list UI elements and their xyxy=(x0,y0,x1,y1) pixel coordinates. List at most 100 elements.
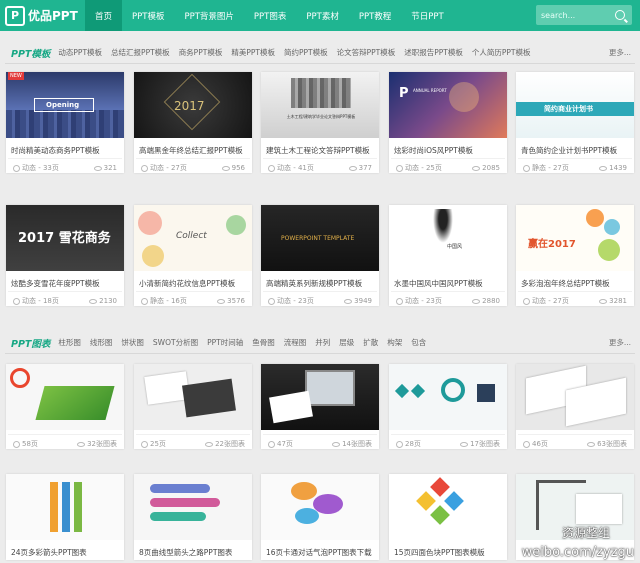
category-link[interactable]: 层级 xyxy=(339,337,354,348)
template-thumbnail[interactable]: P ANNUAL REPORT xyxy=(389,72,507,138)
chart-thumbnail[interactable] xyxy=(6,474,124,540)
template-card[interactable]: 2017 雪花商务 炫酷多变雪花年度PPT模板 动态 - 18页 2130 xyxy=(6,205,124,306)
template-thumbnail[interactable]: POWERPOINT TEMPLATE xyxy=(261,205,379,271)
nav-item-home[interactable]: 首页 xyxy=(85,0,123,31)
template-card[interactable]: 土木工程/建筑学毕业论文答辩PPT模板 建筑土木工程论文答辩PPT模板 动态 -… xyxy=(261,72,379,173)
template-title[interactable]: 建筑土木工程论文答辩PPT模板 xyxy=(261,138,379,158)
chart-card[interactable]: 58页 32张图表 xyxy=(6,364,124,449)
chart-thumbnail[interactable] xyxy=(6,364,124,430)
nav-item-ppt-materials[interactable]: PPT素材 xyxy=(296,0,348,31)
section-title-templates[interactable]: PPT模板 xyxy=(11,46,50,60)
diamond-graphic xyxy=(410,383,426,399)
template-thumbnail[interactable]: 赢在2017 xyxy=(516,205,634,271)
nav-item-ppt-tutorials[interactable]: PPT教程 xyxy=(349,0,401,31)
chart-card[interactable]: 24页多彩箭头PPT图表 xyxy=(6,474,124,560)
category-link[interactable]: 线形图 xyxy=(90,337,113,348)
template-thumbnail[interactable]: Opening NEW xyxy=(6,72,124,138)
template-title[interactable]: 水墨中国风中国风PPT模板 xyxy=(389,271,507,291)
chart-card[interactable]: 25页 22张图表 xyxy=(134,364,252,449)
template-thumbnail[interactable]: 2017 雪花商务 xyxy=(6,205,124,271)
page-count: 静态 - 27页 xyxy=(532,164,569,172)
template-card[interactable]: 简约商业计划书 青色简约企业计划书PPT模板 静态 - 27页 1439 xyxy=(516,72,634,173)
search-input[interactable] xyxy=(536,10,612,20)
category-link[interactable]: 并列 xyxy=(315,337,330,348)
chart-card[interactable]: 8页曲线型箭头之路PPT图表 xyxy=(134,474,252,560)
category-link[interactable]: 包含 xyxy=(411,337,426,348)
category-link[interactable]: 论文答辩PPT模板 xyxy=(337,47,396,58)
chart-thumbnail[interactable] xyxy=(389,474,507,540)
clock-icon xyxy=(523,440,530,448)
template-meta: 动态 - 23页 2880 xyxy=(391,291,505,306)
nav-item-ppt-backgrounds[interactable]: PPT背景图片 xyxy=(174,0,243,31)
category-link[interactable]: 动态PPT模板 xyxy=(58,47,102,58)
nav-item-ppt-charts[interactable]: PPT图表 xyxy=(244,0,296,31)
section-title-charts[interactable]: PPT图表 xyxy=(11,336,50,350)
chart-card[interactable]: 15页四面色块PPT图表模版 xyxy=(389,474,507,560)
more-link[interactable]: 更多... xyxy=(609,47,631,58)
search-icon[interactable] xyxy=(615,10,625,20)
template-card[interactable]: 中国风 水墨中国风中国风PPT模板 动态 - 23页 2880 xyxy=(389,205,507,306)
chart-count: 22张图表 xyxy=(215,440,245,448)
nav-item-ppt-templates[interactable]: PPT模板 xyxy=(122,0,174,31)
category-link[interactable]: 扩散 xyxy=(363,337,378,348)
template-title[interactable]: 多彩泡泡年终总结PPT模板 xyxy=(516,271,634,291)
category-link[interactable]: SWOT分析图 xyxy=(153,337,198,348)
chart-thumbnail[interactable] xyxy=(134,364,252,430)
category-link[interactable]: 述职报告PPT模板 xyxy=(404,47,463,58)
chart-thumbnail[interactable] xyxy=(389,364,507,430)
color-block-graphic xyxy=(416,491,436,511)
chart-thumbnail[interactable] xyxy=(516,364,634,430)
chart-title[interactable]: 24页多彩箭头PPT图表 xyxy=(6,540,124,560)
category-link[interactable]: 总结汇报PPT模板 xyxy=(111,47,170,58)
template-meta: 动态 - 27页 3281 xyxy=(518,291,632,306)
template-thumbnail[interactable]: 简约商业计划书 xyxy=(516,72,634,138)
flower-decoration xyxy=(142,245,164,267)
more-link[interactable]: 更多... xyxy=(609,337,631,348)
chart-card[interactable]: 47页 14张图表 xyxy=(261,364,379,449)
template-title[interactable]: 青色简约企业计划书PPT模板 xyxy=(516,138,634,158)
chart-title[interactable]: 15页四面色块PPT图表模版 xyxy=(389,540,507,560)
category-link[interactable]: 饼状图 xyxy=(121,337,144,348)
category-link[interactable]: 鱼骨图 xyxy=(252,337,275,348)
nav-item-holiday-ppt[interactable]: 节日PPT xyxy=(401,0,453,31)
template-card[interactable]: Collect 小清新简约花纹信息PPT模板 静态 - 16页 3576 xyxy=(134,205,252,306)
chart-title[interactable]: 8页曲线型箭头之路PPT图表 xyxy=(134,540,252,560)
chart-card[interactable]: 16页卡通对话气泡PPT图表下载 xyxy=(261,474,379,560)
template-card[interactable]: 赢在2017 多彩泡泡年终总结PPT模板 动态 - 27页 3281 xyxy=(516,205,634,306)
category-link[interactable]: 构架 xyxy=(387,337,402,348)
chart-thumbnail[interactable] xyxy=(261,364,379,430)
template-title[interactable]: 高端精英系列新规模PPT模板 xyxy=(261,271,379,291)
page-count: 动态 - 27页 xyxy=(150,164,187,172)
eye-icon xyxy=(221,165,230,171)
template-thumbnail[interactable]: 2017 xyxy=(134,72,252,138)
color-block-graphic xyxy=(444,491,464,511)
chart-thumbnail[interactable] xyxy=(134,474,252,540)
template-title[interactable]: 炫酷多变雪花年度PPT模板 xyxy=(6,271,124,291)
template-card[interactable]: Opening NEW 时尚精美动态商务PPT模板 动态 - 33页 321 xyxy=(6,72,124,173)
site-logo[interactable]: P 优品PPT xyxy=(5,5,85,26)
template-card[interactable]: P ANNUAL REPORT 炫彩时尚iOS风PPT模板 动态 - 25页 2… xyxy=(389,72,507,173)
category-link[interactable]: 流程图 xyxy=(284,337,307,348)
chart-thumbnail[interactable] xyxy=(261,474,379,540)
template-title[interactable]: 时尚精美动态商务PPT模板 xyxy=(6,138,124,158)
chart-card[interactable]: 28页 17张图表 xyxy=(389,364,507,449)
category-link[interactable]: 商务PPT模板 xyxy=(179,47,223,58)
chart-card[interactable]: 46页 63张图表 xyxy=(516,364,634,449)
category-link[interactable]: 简约PPT模板 xyxy=(284,47,328,58)
category-link[interactable]: 柱形图 xyxy=(58,337,81,348)
template-card[interactable]: 2017 高端黑金年终总结汇报PPT模板 动态 - 27页 956 xyxy=(134,72,252,173)
template-title[interactable]: 高端黑金年终总结汇报PPT模板 xyxy=(134,138,252,158)
category-link[interactable]: 精美PPT模板 xyxy=(231,47,275,58)
clock-icon xyxy=(141,164,148,172)
category-link[interactable]: PPT时间轴 xyxy=(207,337,243,348)
view-count: 2880 xyxy=(482,297,500,305)
category-link[interactable]: 个人简历PPT模板 xyxy=(472,47,531,58)
template-thumbnail[interactable]: 土木工程/建筑学毕业论文答辩PPT模板 xyxy=(261,72,379,138)
template-thumbnail[interactable]: Collect xyxy=(134,205,252,271)
curve-arrow-graphic xyxy=(150,512,206,521)
template-title[interactable]: 炫彩时尚iOS风PPT模板 xyxy=(389,138,507,158)
template-card[interactable]: POWERPOINT TEMPLATE 高端精英系列新规模PPT模板 动态 - … xyxy=(261,205,379,306)
template-thumbnail[interactable]: 中国风 xyxy=(389,205,507,271)
chart-title[interactable]: 16页卡通对话气泡PPT图表下载 xyxy=(261,540,379,560)
template-title[interactable]: 小清新简约花纹信息PPT模板 xyxy=(134,271,252,291)
